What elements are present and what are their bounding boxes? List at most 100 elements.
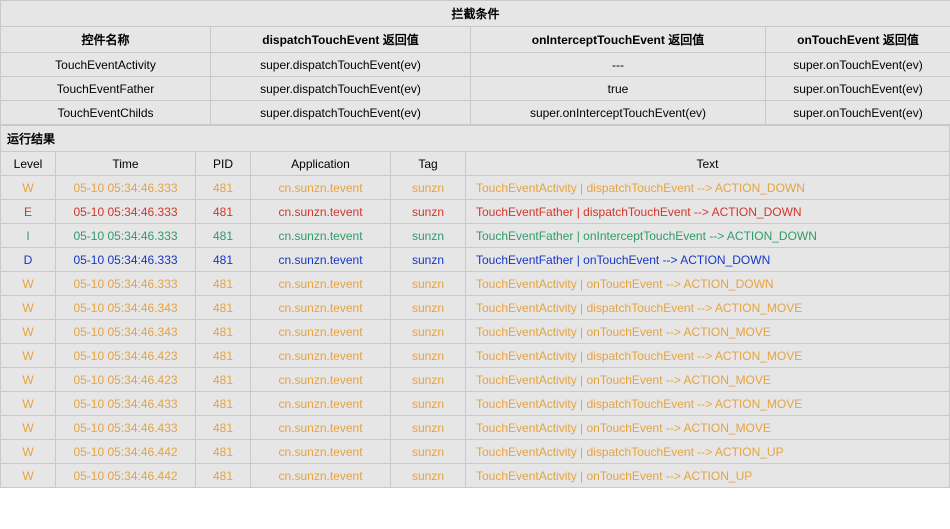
log-time: 05-10 05:34:46.333	[56, 176, 196, 200]
log-time: 05-10 05:34:46.343	[56, 320, 196, 344]
top-cell: ---	[471, 53, 766, 77]
log-pid: 481	[196, 248, 251, 272]
log-level: W	[1, 464, 56, 488]
log-level: W	[1, 440, 56, 464]
log-time: 05-10 05:34:46.343	[56, 296, 196, 320]
top-cell: super.onTouchEvent(ev)	[766, 53, 950, 77]
log-row: W05-10 05:34:46.433481cn.sunzn.teventsun…	[1, 416, 950, 440]
log-text: TouchEventActivity | onTouchEvent --> AC…	[466, 416, 950, 440]
log-row: W05-10 05:34:46.333481cn.sunzn.teventsun…	[1, 272, 950, 296]
log-pid: 481	[196, 320, 251, 344]
log-pid: 481	[196, 344, 251, 368]
run-result-table: 运行结果 Level Time PID Application Tag Text…	[0, 125, 950, 488]
log-level: W	[1, 320, 56, 344]
log-row: W05-10 05:34:46.343481cn.sunzn.teventsun…	[1, 320, 950, 344]
col-tag: Tag	[391, 152, 466, 176]
log-pid: 481	[196, 176, 251, 200]
log-app: cn.sunzn.tevent	[251, 392, 391, 416]
log-tag: sunzn	[391, 200, 466, 224]
log-time: 05-10 05:34:46.442	[56, 440, 196, 464]
log-level: W	[1, 176, 56, 200]
log-tag: sunzn	[391, 344, 466, 368]
top-cell: TouchEventActivity	[1, 53, 211, 77]
log-app: cn.sunzn.tevent	[251, 248, 391, 272]
log-text: TouchEventActivity | dispatchTouchEvent …	[466, 296, 950, 320]
log-tag: sunzn	[391, 176, 466, 200]
log-row: W05-10 05:34:46.333481cn.sunzn.teventsun…	[1, 176, 950, 200]
log-pid: 481	[196, 440, 251, 464]
log-text: TouchEventActivity | dispatchTouchEvent …	[466, 392, 950, 416]
log-level: W	[1, 344, 56, 368]
log-text: TouchEventActivity | dispatchTouchEvent …	[466, 440, 950, 464]
log-app: cn.sunzn.tevent	[251, 224, 391, 248]
top-cell: super.onInterceptTouchEvent(ev)	[471, 101, 766, 125]
log-text: TouchEventActivity | onTouchEvent --> AC…	[466, 320, 950, 344]
col-ontouch: onTouchEvent 返回值	[766, 27, 950, 53]
log-row: W05-10 05:34:46.343481cn.sunzn.teventsun…	[1, 296, 950, 320]
log-app: cn.sunzn.tevent	[251, 368, 391, 392]
intercept-conditions-table: 拦截条件 控件名称 dispatchTouchEvent 返回值 onInter…	[0, 0, 950, 125]
log-time: 05-10 05:34:46.333	[56, 248, 196, 272]
log-level: W	[1, 416, 56, 440]
log-time: 05-10 05:34:46.423	[56, 368, 196, 392]
log-time: 05-10 05:34:46.433	[56, 392, 196, 416]
top-cell: super.onTouchEvent(ev)	[766, 77, 950, 101]
col-dispatch: dispatchTouchEvent 返回值	[211, 27, 471, 53]
log-time: 05-10 05:34:46.333	[56, 200, 196, 224]
log-text: TouchEventFather | onInterceptTouchEvent…	[466, 224, 950, 248]
top-cell: true	[471, 77, 766, 101]
col-level: Level	[1, 152, 56, 176]
col-control-name: 控件名称	[1, 27, 211, 53]
log-app: cn.sunzn.tevent	[251, 416, 391, 440]
log-level: W	[1, 272, 56, 296]
log-text: TouchEventActivity | dispatchTouchEvent …	[466, 344, 950, 368]
log-row: W05-10 05:34:46.423481cn.sunzn.teventsun…	[1, 344, 950, 368]
top-cell: super.onTouchEvent(ev)	[766, 101, 950, 125]
log-level: D	[1, 248, 56, 272]
log-app: cn.sunzn.tevent	[251, 176, 391, 200]
log-app: cn.sunzn.tevent	[251, 272, 391, 296]
log-tag: sunzn	[391, 440, 466, 464]
log-time: 05-10 05:34:46.442	[56, 464, 196, 488]
log-pid: 481	[196, 368, 251, 392]
log-text: TouchEventActivity | onTouchEvent --> AC…	[466, 464, 950, 488]
log-row: W05-10 05:34:46.442481cn.sunzn.teventsun…	[1, 440, 950, 464]
log-level: W	[1, 296, 56, 320]
log-time: 05-10 05:34:46.333	[56, 224, 196, 248]
log-time: 05-10 05:34:46.423	[56, 344, 196, 368]
log-row: W05-10 05:34:46.433481cn.sunzn.teventsun…	[1, 392, 950, 416]
log-app: cn.sunzn.tevent	[251, 464, 391, 488]
log-level: W	[1, 368, 56, 392]
log-pid: 481	[196, 464, 251, 488]
log-tag: sunzn	[391, 224, 466, 248]
log-pid: 481	[196, 200, 251, 224]
log-app: cn.sunzn.tevent	[251, 344, 391, 368]
log-tag: sunzn	[391, 296, 466, 320]
log-row: W05-10 05:34:46.423481cn.sunzn.teventsun…	[1, 368, 950, 392]
top-cell: TouchEventChilds	[1, 101, 211, 125]
log-text: TouchEventActivity | onTouchEvent --> AC…	[466, 368, 950, 392]
log-tag: sunzn	[391, 392, 466, 416]
log-pid: 481	[196, 224, 251, 248]
log-text: TouchEventActivity | onTouchEvent --> AC…	[466, 272, 950, 296]
log-tag: sunzn	[391, 320, 466, 344]
log-text: TouchEventFather | dispatchTouchEvent --…	[466, 200, 950, 224]
log-app: cn.sunzn.tevent	[251, 440, 391, 464]
log-tag: sunzn	[391, 416, 466, 440]
log-pid: 481	[196, 272, 251, 296]
log-pid: 481	[196, 296, 251, 320]
log-time: 05-10 05:34:46.333	[56, 272, 196, 296]
log-level: W	[1, 392, 56, 416]
log-row: W05-10 05:34:46.442481cn.sunzn.teventsun…	[1, 464, 950, 488]
log-text: TouchEventActivity | dispatchTouchEvent …	[466, 176, 950, 200]
log-pid: 481	[196, 392, 251, 416]
top-title: 拦截条件	[1, 1, 950, 27]
log-app: cn.sunzn.tevent	[251, 320, 391, 344]
top-cell: super.dispatchTouchEvent(ev)	[211, 53, 471, 77]
log-text: TouchEventFather | onTouchEvent --> ACTI…	[466, 248, 950, 272]
log-app: cn.sunzn.tevent	[251, 200, 391, 224]
top-cell: TouchEventFather	[1, 77, 211, 101]
log-row: D05-10 05:34:46.333481cn.sunzn.teventsun…	[1, 248, 950, 272]
log-level: E	[1, 200, 56, 224]
col-time: Time	[56, 152, 196, 176]
